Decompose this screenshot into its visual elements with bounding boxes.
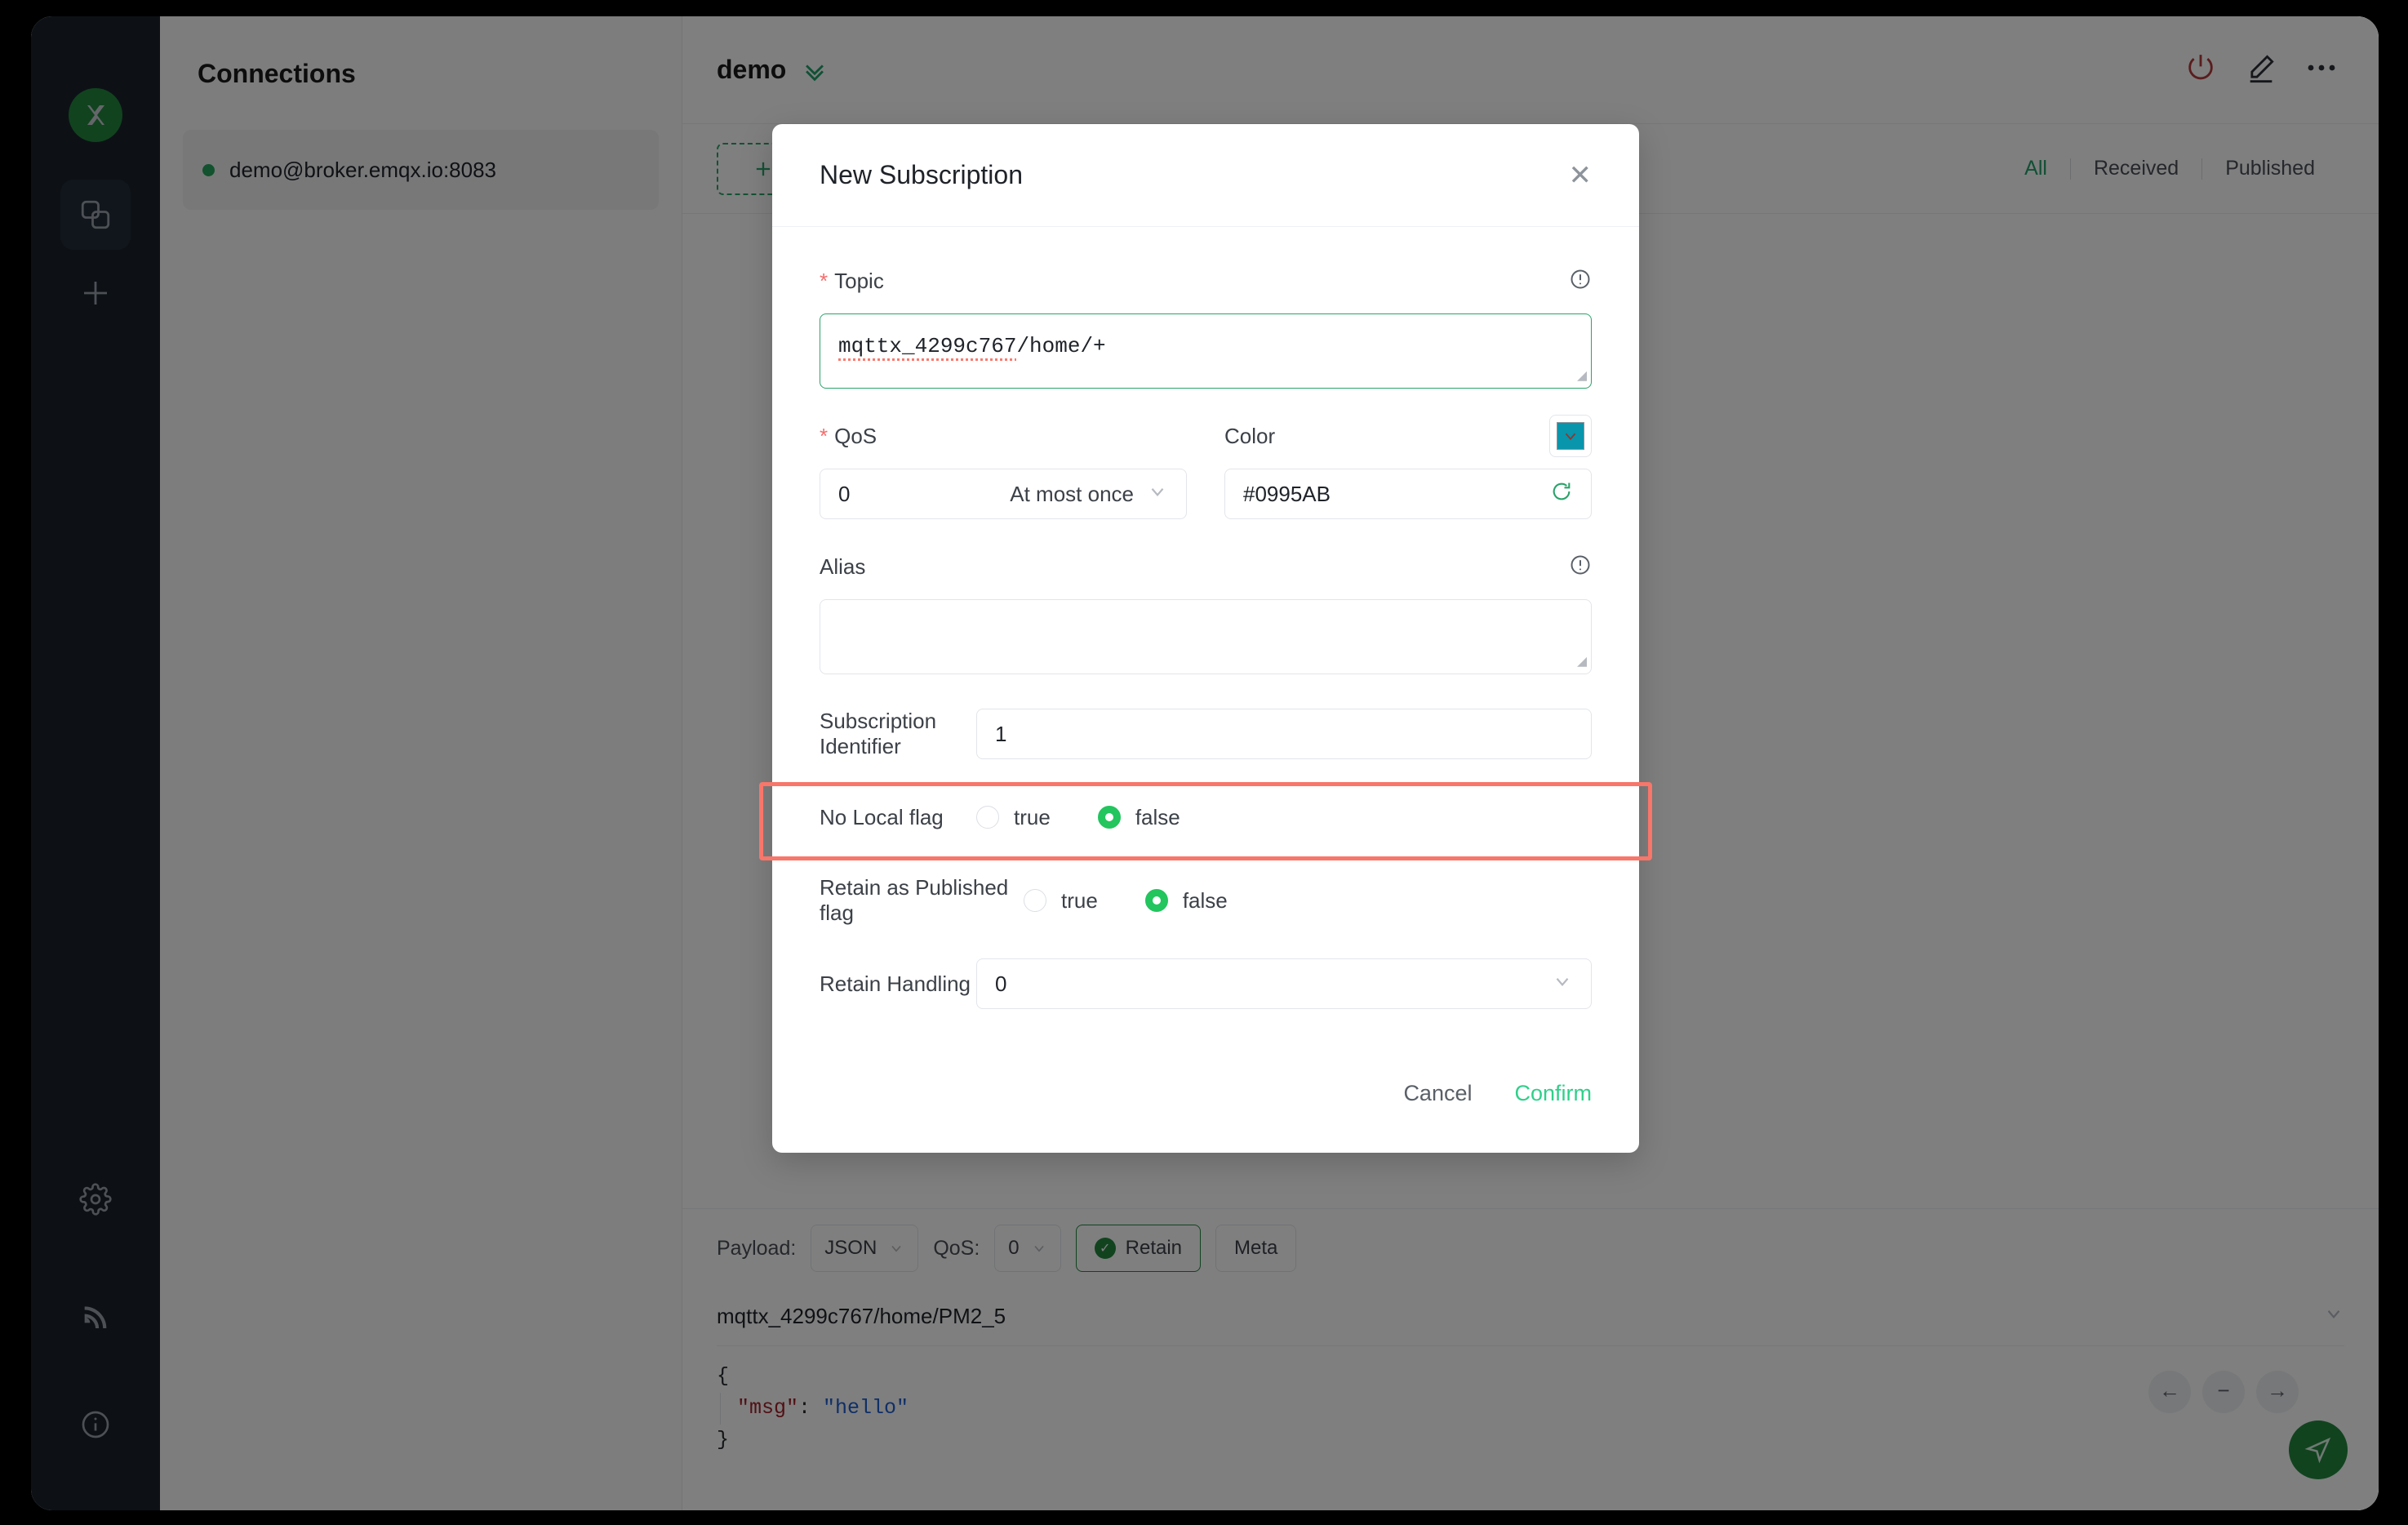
color-value: #0995AB [1243, 481, 1331, 506]
cancel-button[interactable]: Cancel [1403, 1081, 1472, 1106]
radio-checked-icon [1144, 889, 1168, 912]
topic-label: Topic [834, 268, 884, 293]
qos-field: * QoS 0 At most once [820, 418, 1187, 519]
color-swatch-button[interactable] [1549, 415, 1592, 457]
dialog-header: New Subscription ✕ [772, 124, 1639, 227]
required-asterisk: * [820, 423, 829, 448]
retain-as-published-flag-true[interactable]: true [1024, 888, 1098, 914]
subscription-identifier-label: Subscription Identifier [820, 709, 937, 758]
retain-as-published-flag-label: Retain as Published flag [820, 875, 1009, 925]
retain-as-published-flag-false-label: false [1182, 887, 1228, 913]
refresh-icon[interactable] [1550, 480, 1573, 509]
no-local-flag-row: No Local flag true false [820, 776, 1592, 859]
retain-as-published-flag-true-label: true [1061, 887, 1098, 913]
qos-select[interactable]: 0 At most once [820, 469, 1187, 519]
color-label: Color [1224, 423, 1276, 448]
close-icon[interactable]: ✕ [1569, 162, 1593, 189]
retain-as-published-flag-false[interactable]: false [1144, 887, 1228, 914]
qos-value-text: At most once [1010, 481, 1134, 506]
retain-handling-select[interactable]: 0 [976, 958, 1592, 1009]
retain-as-published-flag-radios: true false [1024, 888, 1592, 914]
no-local-flag-false[interactable]: false [1097, 804, 1180, 830]
radio-unchecked-icon [1024, 889, 1046, 912]
resize-grip-icon[interactable]: ◢ [1577, 655, 1587, 671]
subscription-identifier-input[interactable]: 1 [976, 709, 1592, 759]
alias-input[interactable]: ◢ [820, 599, 1592, 674]
chevron-down-icon [1552, 971, 1573, 998]
radio-unchecked-icon [976, 806, 999, 829]
retain-handling-label: Retain Handling [820, 971, 971, 996]
dialog-body: * Topic mqttx_4299c767/home/+ ◢ * QoS 0 … [772, 227, 1639, 1025]
retain-handling-row: Retain Handling 0 [820, 942, 1592, 1025]
dialog-footer: Cancel Confirm [772, 1034, 1639, 1153]
qos-label: QoS [834, 423, 877, 448]
retain-as-published-flag-row: Retain as Published flag true false [820, 859, 1592, 942]
retain-handling-value: 0 [995, 971, 1007, 996]
qos-value: 0 [838, 481, 851, 506]
topic-input[interactable]: mqttx_4299c767/home/+ ◢ [820, 313, 1592, 389]
resize-grip-icon[interactable]: ◢ [1577, 369, 1587, 385]
topic-value-suffix: /home/+ [1016, 334, 1106, 358]
no-local-flag-label: No Local flag [820, 804, 944, 829]
color-input[interactable]: #0995AB [1224, 469, 1592, 519]
color-label-row: Color [1224, 415, 1592, 457]
dialog-title: New Subscription [820, 160, 1023, 189]
radio-checked-icon [1097, 806, 1121, 829]
color-field: Color #0995AB [1224, 415, 1592, 519]
color-swatch [1557, 422, 1584, 450]
chevron-down-icon [1565, 433, 1576, 441]
info-icon[interactable] [1569, 268, 1592, 295]
alias-label: Alias [820, 554, 866, 579]
new-subscription-dialog: New Subscription ✕ * Topic mqttx_4299c76… [772, 124, 1639, 1153]
chevron-down-icon [1147, 481, 1168, 508]
confirm-button[interactable]: Confirm [1514, 1081, 1592, 1106]
no-local-flag-true[interactable]: true [976, 805, 1051, 830]
required-asterisk: * [820, 268, 829, 293]
subscription-identifier-value: 1 [995, 721, 1007, 746]
no-local-flag-false-label: false [1135, 804, 1180, 829]
qos-label-row: * QoS [820, 418, 1187, 454]
alias-label-row: Alias [820, 549, 1592, 585]
topic-value-prefix: mqttx_4299c767 [838, 334, 1017, 361]
info-icon[interactable] [1569, 554, 1592, 580]
topic-label-row: * Topic [820, 263, 1592, 299]
no-local-flag-true-label: true [1014, 804, 1051, 829]
no-local-flag-radios: true false [976, 805, 1592, 830]
qos-color-row: * QoS 0 At most once Color #0995AB [820, 415, 1592, 519]
subscription-identifier-row: Subscription Identifier 1 [820, 692, 1592, 776]
